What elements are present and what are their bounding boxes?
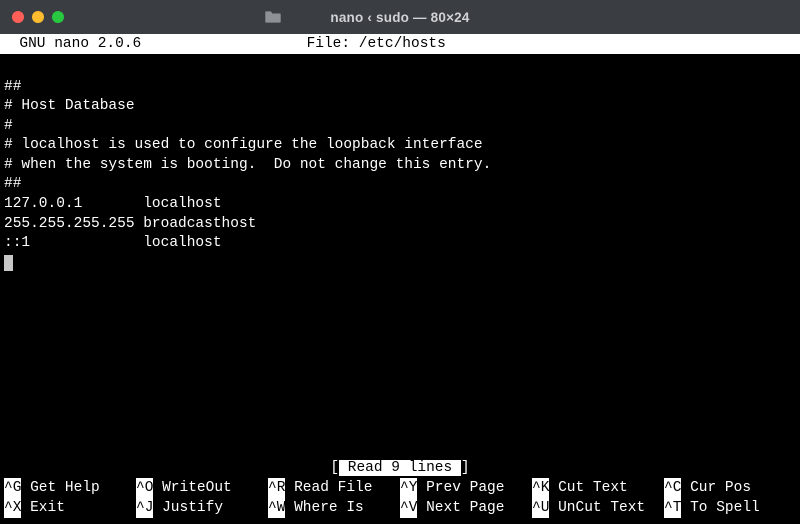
editor-line: ## <box>4 176 21 192</box>
header-gap <box>350 34 359 54</box>
shortcut-uncut-text[interactable]: ^U UnCut Text <box>532 498 664 518</box>
editor-line: # Host Database <box>4 98 135 114</box>
editor-line: ::1 localhost <box>4 235 222 251</box>
status-message: Read 9 lines <box>339 460 461 476</box>
window-titlebar: nano ‹ sudo — 80×24 <box>0 0 800 34</box>
nano-header-bar: GNU nano 2.0.6 File: /etc/hosts <box>0 34 800 54</box>
shortcut-cut-text[interactable]: ^K Cut Text <box>532 478 664 498</box>
shortcut-prev-page[interactable]: ^Y Prev Page <box>400 478 532 498</box>
shortcut-exit[interactable]: ^X Exit <box>4 498 136 518</box>
editor-line: # when the system is booting. Do not cha… <box>4 157 491 173</box>
editor-line: # localhost is used to configure the loo… <box>4 137 483 153</box>
minimize-window-button[interactable] <box>32 11 44 23</box>
editor-line: ## <box>4 79 21 95</box>
status-line: [ Read 9 lines ] <box>0 458 800 478</box>
shortcut-cur-pos[interactable]: ^C Cur Pos <box>664 478 796 498</box>
text-cursor <box>4 255 13 271</box>
shortcut-next-page[interactable]: ^V Next Page <box>400 498 532 518</box>
shortcut-justify[interactable]: ^J Justify <box>136 498 268 518</box>
header-fill <box>446 34 798 54</box>
shortcut-read-file[interactable]: ^R Read File <box>268 478 400 498</box>
window-title: nano ‹ sudo — 80×24 <box>330 10 469 25</box>
shortcut-row-2: ^X Exit ^J Justify ^W Where Is ^V Next P… <box>0 498 800 518</box>
fullscreen-window-button[interactable] <box>52 11 64 23</box>
editor-area[interactable]: ## # Host Database # # localhost is used… <box>0 54 800 458</box>
traffic-lights <box>12 11 64 23</box>
nano-version: GNU nano 2.0.6 <box>2 34 141 54</box>
editor-line: 255.255.255.255 broadcasthost <box>4 216 256 232</box>
shortcut-get-help[interactable]: ^G Get Help <box>4 478 136 498</box>
close-window-button[interactable] <box>12 11 24 23</box>
nano-footer: [ Read 9 lines ] ^G Get Help ^O WriteOut… <box>0 458 800 524</box>
file-name: /etc/hosts <box>359 34 446 54</box>
file-label: File: <box>307 34 351 54</box>
folder-icon <box>264 10 282 24</box>
editor-line: # <box>4 118 13 134</box>
header-spacer <box>141 34 306 54</box>
editor-line: 127.0.0.1 localhost <box>4 196 222 212</box>
shortcut-to-spell[interactable]: ^T To Spell <box>664 498 796 518</box>
shortcut-where-is[interactable]: ^W Where Is <box>268 498 400 518</box>
shortcut-writeout[interactable]: ^O WriteOut <box>136 478 268 498</box>
shortcut-row-1: ^G Get Help ^O WriteOut ^R Read File ^Y … <box>0 478 800 498</box>
terminal[interactable]: GNU nano 2.0.6 File: /etc/hosts ## # Hos… <box>0 34 800 524</box>
